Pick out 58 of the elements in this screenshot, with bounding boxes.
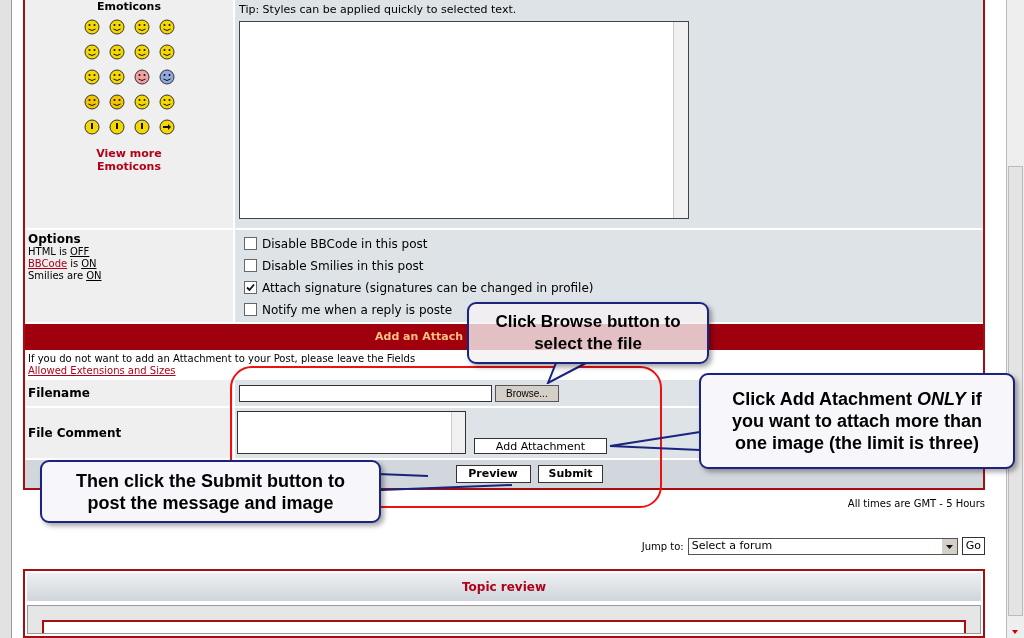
checkbox-label: Disable BBCode in this post — [262, 235, 428, 253]
bbcode-link[interactable]: BBCode — [28, 258, 68, 270]
smiley-icon[interactable] — [83, 44, 100, 60]
symbol-icon[interactable] — [133, 119, 150, 135]
smiley-icon[interactable] — [133, 69, 150, 85]
checkbox-label: Disable Smilies in this post — [262, 257, 424, 275]
options-title: Options — [28, 232, 82, 246]
topic-review-title: Topic review — [461, 579, 546, 596]
jump-to-label: Jump to: — [641, 539, 684, 554]
option-status-link[interactable]: ON — [86, 270, 102, 282]
option-label: Smilies are — [28, 270, 84, 282]
file-comment-label: File Comment — [28, 425, 122, 442]
smiley-icon[interactable] — [158, 94, 175, 110]
allowed-extensions-link[interactable]: Allowed Extensions and Sizes — [28, 365, 983, 377]
tip-text: Tip: Styles can be applied quickly to selected text. — [239, 3, 518, 17]
symbol-icon[interactable] — [158, 119, 175, 135]
add-attachment-button[interactable]: Add Attachment — [474, 438, 607, 454]
attachment-notice: If you do not want to add an Attachment to your Post, please leave the Fields — [28, 353, 417, 365]
file-comment-field[interactable] — [237, 411, 466, 454]
smiley-icon[interactable] — [158, 69, 175, 85]
browse-button[interactable]: Browse... — [495, 384, 559, 402]
smiley-icon[interactable] — [108, 94, 125, 110]
smiley-icon[interactable] — [133, 19, 150, 35]
emoticons-title: Emoticons — [97, 0, 161, 13]
timezone-text: All times are GMT - 5 Hours — [847, 497, 985, 511]
preview-button[interactable]: Preview — [455, 465, 531, 483]
filename-label: Filename — [28, 385, 90, 402]
checkbox[interactable] — [244, 281, 257, 294]
option-label: HTML is — [28, 246, 67, 258]
filename-field[interactable] — [239, 384, 492, 402]
callout-text: Click Add Atachment ONLY if you want to attach more than one image (the limit is three) — [731, 388, 983, 454]
smiley-icon[interactable] — [133, 94, 150, 110]
forum-select[interactable]: Select a forum — [687, 537, 958, 555]
option-status-link[interactable]: OFF — [70, 246, 90, 258]
attachment-header-title: Add an Attach — [375, 328, 463, 345]
checkbox[interactable] — [244, 259, 257, 272]
smiley-icon[interactable] — [133, 44, 150, 60]
go-button[interactable]: Go — [961, 537, 985, 555]
symbol-icon[interactable] — [83, 119, 100, 135]
smiley-icon[interactable] — [83, 94, 100, 110]
checkbox[interactable] — [244, 303, 257, 316]
smiley-icon[interactable] — [83, 69, 100, 85]
checkbox-label: Attach signature (signatures can be changed in profile) — [262, 279, 594, 297]
smiley-icon[interactable] — [108, 19, 125, 35]
smiley-icon[interactable] — [158, 19, 175, 35]
symbol-icon[interactable] — [108, 119, 125, 135]
submit-button[interactable]: Submit — [537, 465, 603, 483]
smiley-icon[interactable] — [158, 44, 175, 60]
smiley-icon[interactable] — [108, 44, 125, 60]
callout-text: Then click the Submit button to post the message and image — [75, 469, 346, 514]
checkbox-label: Notify me when a reply is poste — [262, 301, 453, 319]
smiley-icon[interactable] — [83, 19, 100, 35]
option-label: is — [70, 258, 79, 270]
option-status-link[interactable]: ON — [81, 258, 97, 270]
checkbox[interactable] — [244, 237, 257, 250]
smiley-icon[interactable] — [108, 69, 125, 85]
callout-text: Click Browse button to select the file — [494, 311, 682, 355]
view-more-emoticons-link[interactable]: View more Emoticons — [79, 147, 179, 173]
